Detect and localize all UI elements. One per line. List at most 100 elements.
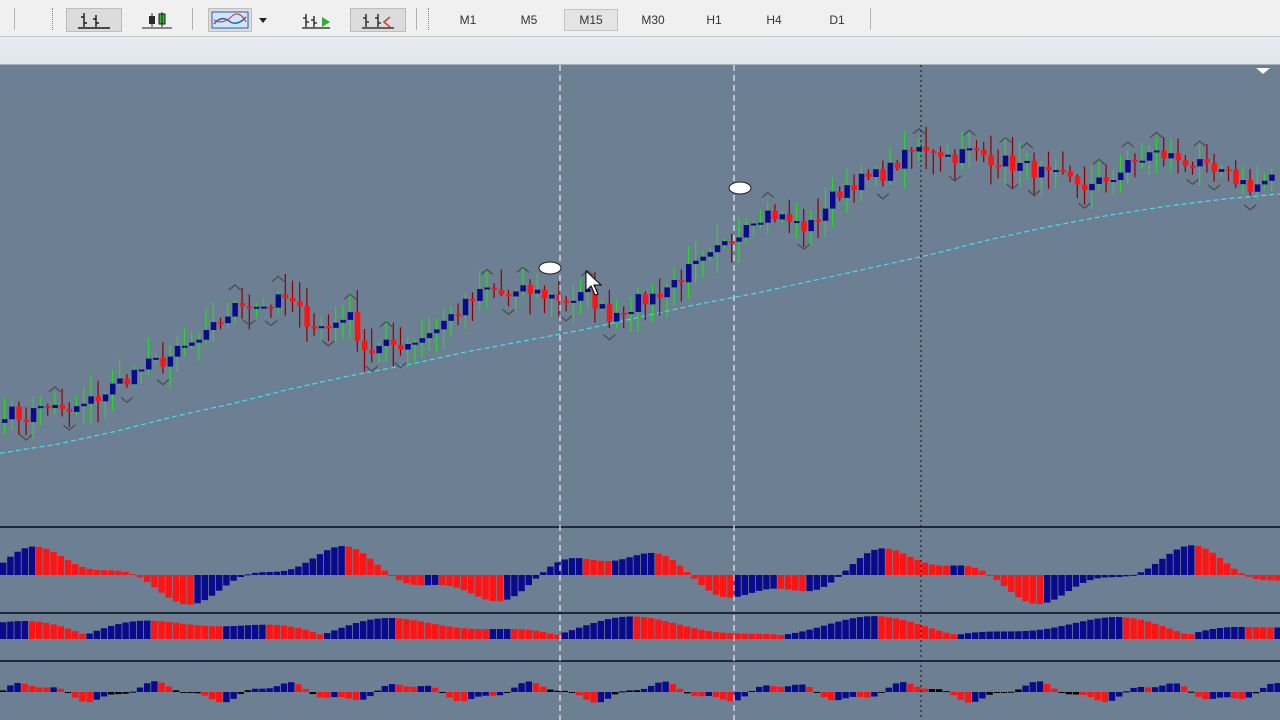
histogram-bar	[1195, 692, 1202, 697]
candle-body	[369, 350, 375, 354]
histogram-bar	[741, 633, 748, 639]
histogram-bar	[748, 690, 756, 692]
candle-body	[38, 406, 44, 409]
candle-body	[570, 300, 577, 303]
histogram-bar	[525, 629, 532, 639]
histogram-bar	[892, 618, 900, 639]
histogram-bar	[1152, 623, 1159, 639]
candle-body	[498, 289, 505, 295]
histogram-bar	[0, 622, 7, 639]
histogram-bar	[1274, 575, 1280, 581]
candle-body	[412, 342, 418, 345]
histogram-bar	[813, 627, 820, 639]
histogram-bar	[338, 546, 345, 575]
toolbar-grip[interactable]	[428, 8, 431, 30]
histogram-bar	[943, 565, 950, 575]
chart-type-dropdown[interactable]	[254, 8, 272, 32]
histogram-bar	[172, 575, 180, 602]
histogram-bar	[532, 575, 540, 579]
histogram-bar	[403, 575, 410, 584]
histogram-bar	[388, 684, 396, 692]
candle-body	[16, 406, 22, 420]
candle-body	[923, 146, 930, 152]
zoom-out-button[interactable]	[350, 8, 406, 32]
histogram-bar	[86, 633, 93, 639]
candle-body	[894, 162, 901, 169]
candle-body	[750, 223, 757, 226]
histogram-bar	[972, 632, 979, 639]
histogram-bar	[309, 692, 316, 695]
candle-body	[851, 185, 858, 191]
timeframe-d1[interactable]: D1	[814, 9, 860, 31]
histogram-bar	[856, 617, 864, 639]
histogram-bar	[1080, 692, 1087, 696]
histogram-bar	[604, 619, 612, 639]
histogram-bar	[1008, 631, 1015, 639]
histogram-bar	[525, 575, 532, 586]
histogram-bar	[57, 688, 64, 692]
candlestick-chart-icon	[142, 12, 172, 29]
histogram-bar	[964, 692, 972, 703]
timeframe-m5[interactable]: M5	[506, 9, 552, 31]
histogram-bar	[7, 621, 14, 639]
price-chart[interactable]	[0, 65, 1280, 720]
zoom-in-button[interactable]	[292, 8, 342, 32]
candlestick-chart-button[interactable]	[132, 8, 182, 32]
toolbar-grip[interactable]	[52, 8, 55, 30]
histogram-bar	[1216, 627, 1224, 639]
histogram-bar	[1252, 627, 1260, 639]
histogram-bar	[936, 689, 943, 692]
histogram-bar	[100, 628, 108, 639]
timeframe-h4[interactable]: H4	[752, 9, 796, 31]
candle-body	[650, 293, 656, 305]
histogram-bar	[424, 575, 432, 586]
histogram-bar	[187, 575, 194, 605]
histogram-bar	[864, 616, 871, 639]
histogram-bar	[93, 630, 100, 639]
histogram-bar	[1044, 684, 1051, 692]
histogram-bar	[230, 692, 237, 699]
histogram-bar	[129, 574, 136, 576]
bar-chart-button[interactable]	[66, 8, 122, 32]
fractal-up	[1020, 141, 1034, 149]
histogram-bar	[597, 692, 604, 703]
histogram-bar	[1087, 619, 1094, 639]
histogram-bar	[1152, 687, 1159, 692]
histogram-bar	[302, 562, 309, 575]
candle-body	[966, 148, 973, 151]
histogram-bar	[1245, 627, 1252, 639]
histogram-bar	[230, 575, 237, 581]
candle-body	[268, 306, 274, 309]
histogram-bar	[741, 692, 748, 697]
histogram-bar	[907, 621, 914, 639]
histogram-bar	[410, 686, 417, 692]
histogram-bar	[446, 692, 453, 698]
histogram-bar	[216, 626, 223, 639]
histogram-bar	[993, 631, 1000, 639]
histogram-bar	[28, 621, 36, 639]
histogram-bar	[252, 688, 259, 692]
timeframe-m15[interactable]: M15	[564, 9, 618, 31]
histogram-bar	[403, 619, 410, 639]
histogram-bar	[950, 565, 957, 575]
line-chart-button[interactable]	[208, 8, 252, 32]
candle-body	[995, 165, 1002, 168]
histogram-bar	[1080, 621, 1087, 639]
histogram-bar	[237, 575, 244, 577]
histogram-bar	[928, 689, 936, 692]
histogram-bar	[28, 685, 36, 692]
histogram-bar	[1224, 563, 1231, 575]
candle-body	[556, 294, 562, 301]
histogram-bar	[1245, 575, 1252, 577]
histogram-bar	[856, 558, 864, 575]
candle-body	[930, 151, 937, 154]
zoom-in-icon	[302, 14, 330, 29]
timeframe-m30[interactable]: M30	[626, 9, 680, 31]
timeframe-h1[interactable]: H1	[692, 9, 736, 31]
histogram-bar	[900, 619, 907, 639]
toolbar-separator	[416, 8, 417, 30]
chart-window[interactable]	[0, 65, 1280, 720]
timeframe-m1[interactable]: M1	[446, 9, 490, 31]
candle-body	[722, 241, 728, 246]
histogram-bar	[1238, 626, 1245, 639]
